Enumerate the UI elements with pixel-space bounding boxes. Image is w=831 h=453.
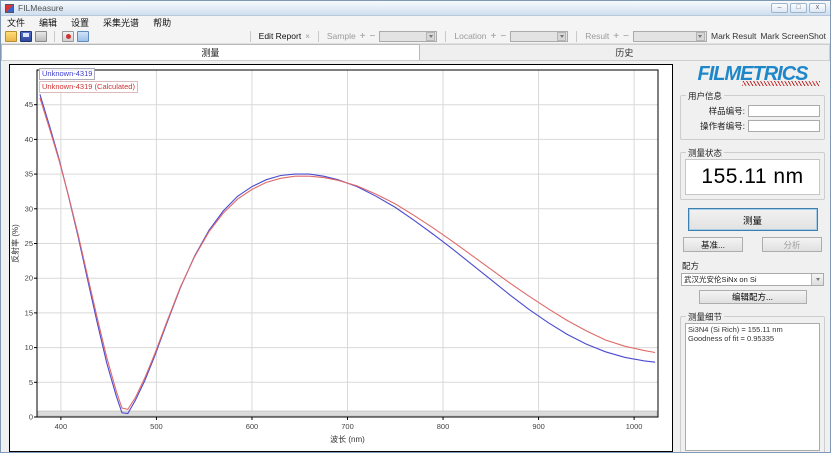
sample-minus-button[interactable]: − [370, 31, 376, 42]
spectrum-chart-panel: 400 500 600 700 800 900 1000 0 5 10 15 20 25 30 35 40 45… [9, 64, 673, 452]
operator-id-label: 操作者编号: [700, 120, 745, 132]
filmetrics-logo: FILMETRICS [677, 63, 828, 87]
sample-combobox[interactable] [379, 31, 437, 42]
svg-text:400: 400 [55, 422, 68, 431]
result-label: Result [585, 31, 609, 41]
measure-button[interactable]: 测量 [688, 208, 818, 231]
location-combobox[interactable] [510, 31, 568, 42]
copy-icon[interactable] [77, 31, 89, 42]
mark-result-button[interactable]: Mark Result [711, 31, 756, 41]
svg-text:700: 700 [341, 422, 354, 431]
dropdown-arrow-icon[interactable] [557, 32, 566, 41]
svg-text:0: 0 [29, 413, 33, 422]
svg-text:1000: 1000 [626, 422, 643, 431]
main-content: 400 500 600 700 800 900 1000 0 5 10 15 20 25 30 35 40 45… [1, 61, 830, 453]
user-info-group: 用户信息 样品编号: 操作者编号: [680, 95, 825, 140]
sample-plus-button[interactable]: + [360, 31, 366, 42]
sample-label: Sample [327, 31, 356, 41]
tab-strip: 测量 历史 [1, 44, 830, 61]
measure-details-list[interactable]: Si3N4 (Si Rich) = 155.11 nm Goodness of … [685, 323, 820, 451]
result-combobox[interactable] [633, 31, 707, 42]
menu-file[interactable]: 文件 [7, 16, 25, 29]
svg-text:5: 5 [29, 378, 33, 387]
svg-text:波长 (nm): 波长 (nm) [330, 434, 365, 444]
svg-text:800: 800 [437, 422, 450, 431]
svg-text:反射率 (%): 反射率 (%) [10, 224, 20, 263]
result-plus-button[interactable]: + [613, 31, 619, 42]
baseline-button[interactable]: 基准... [683, 237, 743, 252]
measure-details-group: 测量细节 Si3N4 (Si Rich) = 155.11 nm Goodnes… [680, 316, 825, 453]
svg-text:500: 500 [150, 422, 163, 431]
title-bar: FILMeasure – □ x [1, 1, 830, 16]
edit-report-button[interactable]: Edit Report [259, 31, 302, 41]
svg-text:10: 10 [25, 343, 33, 352]
measurement-value-box: 155.11 nm [685, 159, 820, 195]
menu-edit[interactable]: 编辑 [39, 16, 57, 29]
save-icon[interactable] [20, 31, 32, 42]
open-icon[interactable] [5, 31, 17, 42]
svg-text:45: 45 [25, 100, 33, 109]
svg-text:30: 30 [25, 204, 33, 213]
app-window: FILMeasure – □ x 文件 编辑 设置 采集光谱 帮助 Edit R… [0, 0, 831, 453]
chart-legend: Unknown-4319 Unknown-4319 (Calculated) [39, 68, 138, 93]
minimize-button[interactable]: – [771, 3, 788, 13]
result-minus-button[interactable]: − [623, 31, 629, 42]
dropdown-arrow-icon[interactable] [426, 32, 435, 41]
svg-text:20: 20 [25, 274, 33, 283]
measure-status-title: 测量状态 [686, 147, 724, 159]
toolbar: Edit Report × Sample + − Location + − Re… [1, 29, 830, 44]
location-minus-button[interactable]: − [500, 31, 506, 42]
menu-acquire-spectrum[interactable]: 采集光谱 [103, 16, 139, 29]
measure-details-title: 测量细节 [686, 311, 724, 323]
toolbar-separator [54, 31, 55, 42]
edit-report-close-icon[interactable]: × [305, 32, 310, 41]
detail-thickness-line: Si3N4 (Si Rich) = 155.11 nm [688, 325, 817, 334]
measure-status-group: 测量状态 155.11 nm [680, 152, 825, 200]
location-label: Location [454, 31, 486, 41]
maximize-button[interactable]: □ [790, 3, 807, 13]
thickness-value: 155.11 nm [701, 165, 803, 189]
recipe-label: 配方 [682, 260, 828, 272]
operator-id-input[interactable] [748, 120, 820, 132]
svg-text:15: 15 [25, 308, 33, 317]
menu-settings[interactable]: 设置 [71, 16, 89, 29]
menu-bar: 文件 编辑 设置 采集光谱 帮助 [1, 16, 830, 29]
menu-help[interactable]: 帮助 [153, 16, 171, 29]
side-panel: FILMETRICS 用户信息 样品编号: 操作者编号: 测量状态 155.11… [677, 61, 828, 453]
location-plus-button[interactable]: + [491, 31, 497, 42]
sample-id-input[interactable] [748, 105, 820, 117]
window-title: FILMeasure [18, 3, 63, 13]
print-icon[interactable] [35, 31, 47, 42]
close-button[interactable]: x [809, 3, 826, 13]
logo-hatch-decoration [742, 81, 820, 86]
dropdown-arrow-icon[interactable] [696, 32, 705, 41]
svg-text:35: 35 [25, 170, 33, 179]
analyze-button[interactable]: 分析 [762, 237, 822, 252]
legend-measured: Unknown-4319 [39, 68, 95, 80]
spectrum-chart: 400 500 600 700 800 900 1000 0 5 10 15 20 25 30 35 40 45… [10, 65, 672, 451]
screenshot-icon[interactable] [62, 31, 74, 42]
user-info-title: 用户信息 [686, 90, 724, 102]
svg-text:900: 900 [532, 422, 545, 431]
detail-gof-line: Goodness of fit = 0.95335 [688, 334, 817, 343]
svg-text:40: 40 [25, 135, 33, 144]
edit-recipe-button[interactable]: 编辑配方... [699, 290, 807, 304]
tab-measure[interactable]: 测量 [1, 44, 420, 60]
recipe-combobox[interactable]: 武汉光安伦SiNx on Si [681, 273, 824, 286]
svg-text:600: 600 [246, 422, 259, 431]
mark-screenshot-button[interactable]: Mark ScreenShot [760, 31, 826, 41]
sample-id-label: 样品编号: [709, 105, 745, 117]
app-icon [5, 4, 14, 13]
legend-calculated: Unknown-4319 (Calculated) [39, 81, 138, 93]
tab-history[interactable]: 历史 [420, 44, 830, 60]
dropdown-arrow-icon[interactable] [811, 274, 823, 285]
recipe-value: 武汉光安伦SiNx on Si [682, 274, 811, 285]
svg-text:25: 25 [25, 239, 33, 248]
